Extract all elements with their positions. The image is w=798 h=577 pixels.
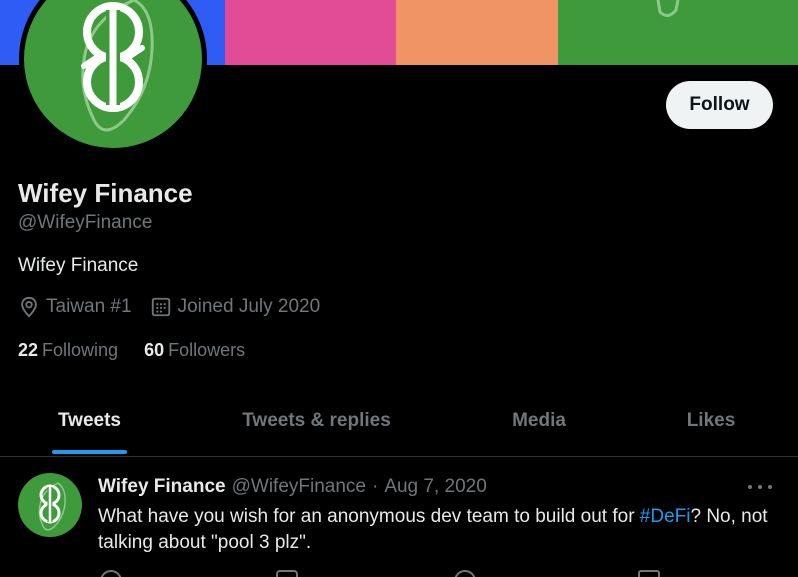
wifey-finance-logo-icon [38, 482, 66, 531]
tweet-hashtag-link[interactable]: #DeFi [640, 506, 691, 527]
tweet-item[interactable]: Wifey Finance @WifeyFinance · Aug 7, 202… [0, 458, 798, 577]
tab-tweets-and-replies[interactable]: Tweets & replies [179, 385, 454, 456]
tweet-author-handle[interactable]: @WifeyFinance [232, 476, 366, 498]
tweet-date[interactable]: Aug 7, 2020 [384, 476, 486, 498]
tweet-actions [98, 570, 698, 577]
profile-joined: Joined July 2020 [150, 296, 321, 318]
following-label: Following [42, 340, 119, 360]
retweet-icon[interactable] [276, 570, 298, 577]
more-options-icon[interactable] [748, 478, 772, 496]
banner-segment-orange [396, 0, 558, 65]
profile-meta: Taiwan #1 Joined July 2020 [18, 296, 338, 318]
share-icon[interactable] [638, 570, 660, 577]
follow-button[interactable]: Follow [666, 81, 773, 129]
location-pin-icon [21, 296, 37, 318]
tab-tweets-label: Tweets [57, 409, 121, 431]
tab-media[interactable]: Media [454, 385, 624, 456]
tab-tweets-and-replies-label: Tweets & replies [242, 409, 391, 431]
profile-tabs: Tweets Tweets & replies Media Likes [0, 385, 798, 457]
profile-location: Taiwan #1 [18, 296, 132, 318]
profile-counts: 22 Following 60 Followers [18, 340, 271, 361]
tweet-author-name[interactable]: Wifey Finance [98, 476, 226, 498]
profile-location-text: Taiwan #1 [46, 296, 132, 317]
followers-label: Followers [168, 340, 246, 360]
active-tab-indicator [52, 450, 127, 454]
banner-segment-pink [225, 0, 396, 65]
profile-display-name: Wifey Finance [18, 178, 193, 208]
tweet-separator: · [371, 476, 379, 497]
tab-likes[interactable]: Likes [624, 385, 798, 456]
following-count: 22 [18, 340, 39, 360]
banner-segment-green [558, 0, 798, 65]
tweet-text-part-1: What have you wish for an anonymous dev … [98, 506, 640, 527]
tweet-header: Wifey Finance @WifeyFinance · Aug 7, 202… [98, 476, 487, 498]
profile-avatar[interactable] [19, 0, 207, 153]
tab-tweets[interactable]: Tweets [0, 385, 179, 456]
following-link[interactable]: 22 Following [18, 340, 118, 361]
profile-joined-text: Joined July 2020 [177, 296, 321, 317]
wifey-finance-logo-icon [24, 0, 202, 148]
reply-icon[interactable] [100, 570, 122, 577]
profile-bio: Wifey Finance [18, 255, 139, 276]
banner-logo-icon [656, 0, 680, 17]
followers-link[interactable]: 60 Followers [144, 340, 245, 361]
followers-count: 60 [144, 340, 165, 360]
like-icon[interactable] [454, 570, 476, 577]
tweet-avatar[interactable] [18, 473, 82, 537]
calendar-icon [151, 297, 170, 317]
tab-likes-label: Likes [686, 409, 736, 431]
tab-media-label: Media [512, 409, 566, 431]
profile-handle: @WifeyFinance [18, 212, 153, 233]
tweet-text: What have you wish for an anonymous dev … [98, 504, 788, 556]
